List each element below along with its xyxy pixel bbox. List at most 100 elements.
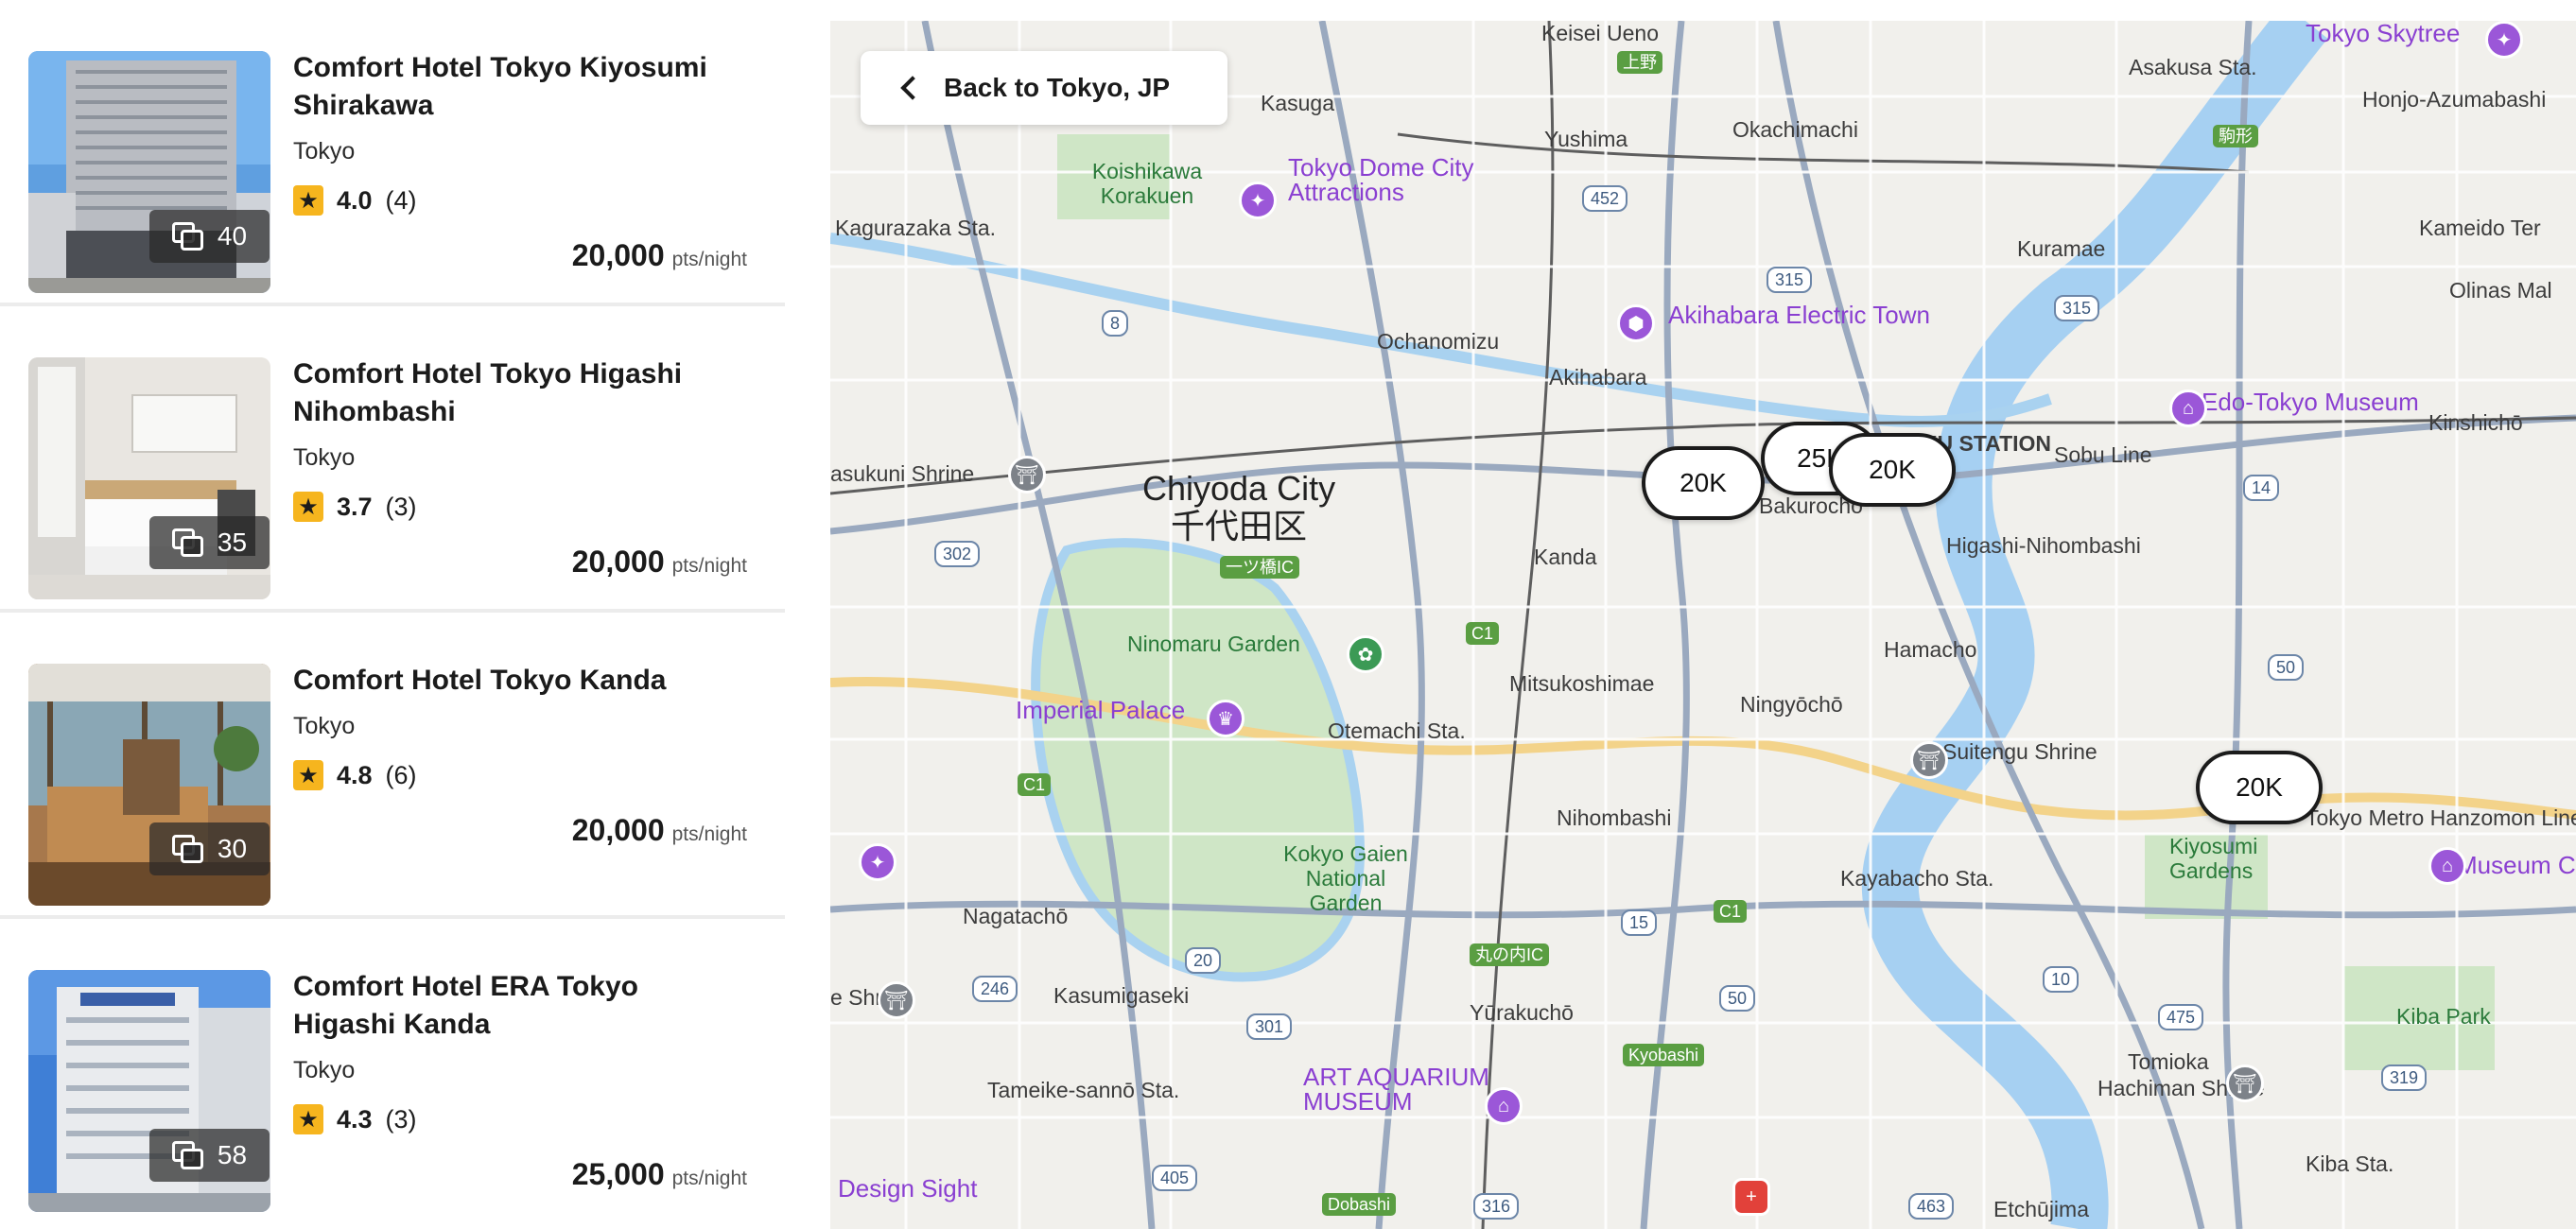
road-shield: 405 [1152, 1165, 1198, 1191]
map-label-ningyocho: Ningyōchō [1740, 692, 1843, 717]
hotel-rating: ★ 4.3 (3) [293, 1104, 417, 1134]
photo-count: 35 [217, 528, 248, 557]
road-shield-green: 一ツ橋IC [1220, 556, 1299, 579]
map-label-kinshicho: Kinshichō [2428, 410, 2523, 435]
shopping-icon[interactable]: ⬢ [1617, 304, 1655, 342]
hotel-price: 20,000 pts/night [572, 238, 747, 273]
rating-value: 4.0 [337, 185, 373, 215]
hotel-card[interactable]: 35 Comfort Hotel Tokyo Higashi Nihombash… [0, 306, 785, 613]
hotel-name[interactable]: Comfort Hotel ERA Tokyo Higashi Kanda [293, 968, 738, 1044]
hotel-rating: ★ 4.0 (4) [293, 185, 417, 216]
map-label-kasumigaseki: Kasumigaseki [1053, 983, 1190, 1008]
road-shield-green: C1 [1714, 900, 1748, 923]
hotel-photo[interactable]: 58 [28, 970, 270, 1212]
map-price-pin[interactable]: 20K [2196, 751, 2323, 824]
hotel-city: Tokyo [293, 713, 356, 739]
road-shield: 463 [1908, 1193, 1955, 1220]
map-label-hamacho: Hamacho [1884, 637, 1977, 662]
hotel-city: Tokyo [293, 1057, 356, 1083]
map-label-mitsukoshimae: Mitsukoshimae [1509, 671, 1655, 696]
road-shield: 302 [934, 541, 981, 567]
photo-count: 30 [217, 834, 248, 863]
hospital-icon[interactable]: + [1732, 1178, 1770, 1216]
map-label-asakusa: Asakusa Sta. [2129, 55, 2257, 79]
road-shield: 452 [1582, 185, 1628, 212]
shrine-icon[interactable]: ⛩ [2226, 1065, 2264, 1102]
road-shield: 50 [2268, 654, 2305, 681]
museum-icon[interactable]: ⌂ [1485, 1087, 1523, 1125]
gallery-icon [171, 835, 204, 863]
shrine-icon[interactable]: ⛩ [1910, 741, 1948, 779]
hotel-card[interactable]: 58 Comfort Hotel ERA Tokyo Higashi Kanda… [0, 919, 785, 1225]
map-label-etchujima: Etchūjima [1993, 1197, 2089, 1221]
map-label-keisei-ueno: Keisei Ueno [1541, 21, 1660, 45]
tower-icon[interactable]: ✦ [2485, 21, 2523, 59]
road-shield: 8 [1102, 310, 1129, 337]
museum-icon[interactable]: ⌂ [2428, 847, 2466, 885]
map-view[interactable]: Chiyoda City 千代田区 Kasuga Yushima Okachima… [830, 21, 2576, 1229]
map-label-museum-contemporary: Museum Contemp [2457, 851, 2576, 879]
star-icon: ★ [293, 760, 323, 790]
road-shield: 301 [1246, 1013, 1293, 1040]
back-to-city-button[interactable]: Back to Tokyo, JP [861, 51, 1227, 125]
map-label-otemachi: Otemachi Sta. [1328, 718, 1466, 743]
gallery-icon [171, 222, 204, 251]
hotel-photo[interactable]: 35 [28, 357, 270, 599]
hotel-photo[interactable]: 40 [28, 51, 270, 293]
map-price-pin[interactable]: 20K [1829, 433, 1956, 507]
hotel-price: 25,000 pts/night [572, 1157, 747, 1192]
map-label-honjo: Honjo-Azumabashi [2362, 87, 2547, 112]
hotel-card[interactable]: 40 Comfort Hotel Tokyo Kiyosumi Shirakaw… [0, 0, 785, 306]
hotel-name[interactable]: Comfort Hotel Tokyo Kiyosumi Shirakawa [293, 49, 738, 125]
map-label-nihombashi: Nihombashi [1557, 805, 1672, 830]
hotel-photo[interactable]: 30 [28, 664, 270, 906]
map-label-koishikawa: Koishikawa Korakuen [1091, 159, 1203, 208]
back-button-label: Back to Tokyo, JP [944, 73, 1171, 102]
road-shield: 315 [1767, 267, 1813, 293]
road-shield-green: C1 [1466, 622, 1500, 645]
map-label-yasukuni: asukuni Shrine [830, 461, 975, 486]
hotel-name[interactable]: Comfort Hotel Tokyo Kanda [293, 662, 738, 700]
hotel-price: 20,000 pts/night [572, 813, 747, 848]
gallery-icon [171, 1141, 204, 1169]
museum-icon[interactable]: ⌂ [2169, 389, 2207, 427]
hotel-name[interactable]: Comfort Hotel Tokyo Higashi Nihombashi [293, 355, 738, 431]
landmark-icon[interactable]: ♛ [1207, 700, 1244, 737]
road-shield-green: 駒形 [2213, 125, 2258, 147]
hotel-price: 20,000 pts/night [572, 545, 747, 580]
road-shield: 10 [2043, 966, 2080, 993]
photo-count-badge: 30 [149, 822, 270, 875]
price-unit: pts/night [671, 1168, 747, 1189]
road-shield: 246 [972, 976, 1018, 1002]
review-count: (4) [385, 185, 417, 215]
garden-icon[interactable]: ✿ [1347, 635, 1384, 673]
price-amount: 20,000 [571, 813, 665, 847]
map-label-kiba-park: Kiba Park [2396, 1004, 2491, 1029]
star-icon: ★ [293, 492, 323, 522]
attraction-icon[interactable]: ✦ [859, 843, 896, 881]
road-shield: 15 [1621, 909, 1658, 936]
photo-count: 40 [217, 221, 248, 251]
road-shield: 319 [2381, 1065, 2428, 1091]
map-label-dobashi: Dobashi [1322, 1193, 1397, 1216]
road-shield: 316 [1473, 1193, 1520, 1220]
shrine-icon[interactable]: ⛩ [1008, 456, 1046, 493]
price-amount: 20,000 [571, 545, 665, 579]
map-label-design-sight: Design Sight [838, 1174, 978, 1203]
map-label-sobu: Sobu Line [2054, 442, 2152, 467]
map-label-imperial: Imperial Palace [1016, 696, 1186, 724]
hotel-card[interactable]: 30 Comfort Hotel Tokyo Kanda Tokyo ★ 4.8… [0, 613, 785, 919]
attraction-icon[interactable]: ✦ [1239, 182, 1277, 219]
road-shield: 20 [1185, 947, 1222, 974]
photo-count-badge: 58 [149, 1129, 270, 1182]
map-label-kanda: Kanda [1534, 545, 1597, 569]
map-label-kiyosumi: Kiyosumi Gardens [2169, 834, 2258, 883]
price-unit: pts/night [671, 823, 747, 845]
map-label-tomioka: Tomioka [2128, 1049, 2209, 1074]
map-label-kiba-sta: Kiba Sta. [2306, 1151, 2394, 1176]
price-unit: pts/night [671, 249, 747, 270]
map-label-nagatacho: Nagatachō [963, 904, 1069, 928]
map-label-kasuga: Kasuga [1261, 91, 1335, 115]
map-price-pin[interactable]: 20K [1642, 446, 1765, 520]
shrine-icon[interactable]: ⛩ [878, 981, 915, 1019]
